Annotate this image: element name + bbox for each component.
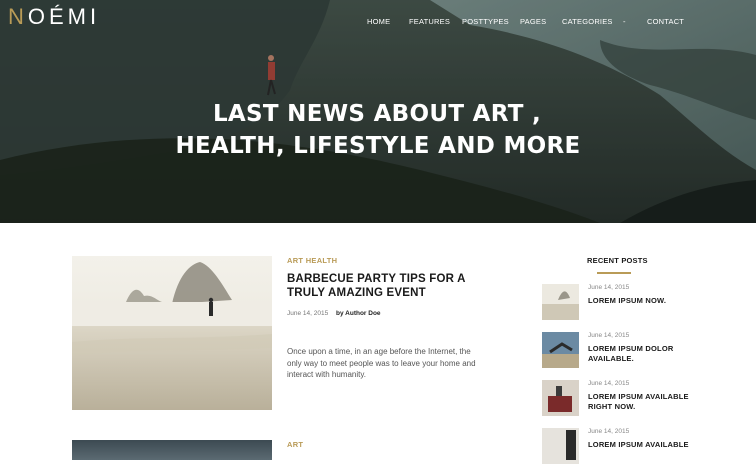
recent-post-thumbnail: [542, 284, 579, 320]
recent-post-item[interactable]: June 14, 2015 LOREM IPSUM AVAILABLE RIGH…: [542, 380, 722, 420]
nav-item-contact[interactable]: CONTACT: [647, 17, 684, 26]
nav-item-home[interactable]: HOME: [367, 17, 390, 26]
sidebar-title: RECENT POSTS: [587, 256, 648, 265]
post-meta: June 14, 2015 by Author Doe: [287, 310, 381, 317]
post-excerpt: Once upon a time, in an age before the I…: [287, 347, 476, 379]
hero-title-line1: LAST NEWS ABOUT ART ,: [212, 101, 542, 127]
nav-item-features[interactable]: FEATURES: [409, 17, 450, 26]
sidebar-title-underline: [597, 272, 631, 274]
recent-post-item[interactable]: June 14, 2015 LOREM IPSUM AVAILABLE: [542, 428, 722, 468]
nav-item-pages[interactable]: PAGES: [520, 17, 546, 26]
recent-post-item[interactable]: June 14, 2015 LOREM IPSUM DOLOR AVAILABL…: [542, 332, 722, 372]
recent-post-thumbnail: [542, 428, 579, 464]
recent-post-date: June 14, 2015: [588, 332, 630, 339]
beach-image: [72, 256, 272, 410]
recent-post-title[interactable]: LOREM IPSUM AVAILABLE RIGHT NOW.: [588, 392, 708, 412]
post-thumbnail-2[interactable]: [72, 440, 272, 460]
recent-post-item[interactable]: June 14, 2015 LOREM IPSUM NOW.: [542, 284, 722, 324]
recent-post-date: June 14, 2015: [588, 380, 630, 387]
recent-post-date: June 14, 2015: [588, 284, 630, 291]
post-title[interactable]: BARBECUE PARTY TIPS FOR A TRULY AMAZING …: [287, 273, 497, 300]
post-date: June 14, 2015: [287, 310, 329, 317]
main-navigation: HOME FEATURES POSTTYPES PAGES CATEGORIES…: [0, 17, 756, 31]
post-category-2[interactable]: ART: [287, 440, 303, 449]
post-thumbnail-beach[interactable]: [72, 256, 272, 410]
recent-post-date: June 14, 2015: [588, 428, 630, 435]
nav-item-posttypes[interactable]: POSTTYPES: [462, 17, 509, 26]
recent-post-title[interactable]: LOREM IPSUM DOLOR AVAILABLE.: [588, 344, 708, 364]
recent-post-title[interactable]: LOREM IPSUM AVAILABLE: [588, 440, 708, 450]
recent-post-title[interactable]: LOREM IPSUM NOW.: [588, 296, 708, 306]
recent-post-thumbnail: [542, 380, 579, 416]
nav-item-separator[interactable]: -: [623, 17, 626, 26]
hero-banner: NOÉMI HOME FEATURES POSTTYPES PAGES CATE…: [0, 0, 756, 223]
nav-item-categories[interactable]: CATEGORIES: [562, 17, 613, 26]
hero-title-line2: HEALTH, LIFESTYLE AND MORE: [175, 133, 581, 159]
post-author[interactable]: by Author Doe: [336, 310, 381, 317]
post-category[interactable]: ART HEALTH: [287, 256, 337, 265]
recent-post-thumbnail: [542, 332, 579, 368]
